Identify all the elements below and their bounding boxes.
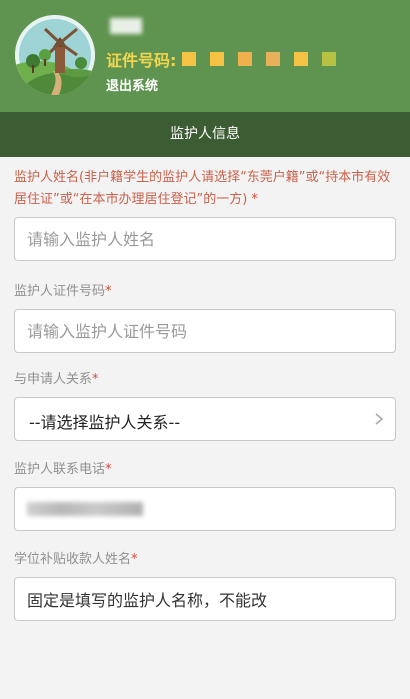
chevron-right-icon bbox=[375, 413, 384, 425]
relation-select[interactable]: --请选择监护人关系-- bbox=[14, 397, 396, 441]
relation-label-text: 与申请人关系 bbox=[14, 372, 93, 387]
guardian-id-field bbox=[14, 309, 396, 353]
guardian-name-label-text: 监护人姓名(非户籍学生的监护人请选择“东莞户籍”或“持本市有效居住证”或“在本市… bbox=[14, 170, 391, 207]
redaction-block bbox=[182, 52, 197, 66]
relation-selected-value: --请选择监护人关系-- bbox=[29, 413, 181, 432]
redaction-block bbox=[294, 52, 309, 66]
required-marker: * bbox=[105, 284, 112, 299]
required-marker: * bbox=[92, 372, 99, 387]
guardian-id-label: 监护人证件号码* bbox=[0, 261, 410, 309]
phone-value-redacted bbox=[27, 502, 143, 516]
payee-name-field bbox=[14, 577, 396, 621]
user-header: 证件号码: 退出系统 bbox=[0, 0, 410, 112]
payee-name-input[interactable] bbox=[15, 578, 395, 620]
redaction-blur bbox=[110, 18, 142, 34]
logout-link[interactable]: 退出系统 bbox=[106, 75, 158, 94]
redaction-block bbox=[238, 52, 253, 66]
phone-field[interactable] bbox=[14, 487, 396, 531]
guardian-id-label-text: 监护人证件号码 bbox=[14, 284, 106, 299]
required-marker: * bbox=[105, 462, 112, 477]
phone-label-text: 监护人联系电话 bbox=[14, 462, 106, 477]
required-marker: * bbox=[131, 552, 138, 567]
id-number-label: 证件号码: bbox=[106, 51, 177, 70]
guardian-name-field bbox=[14, 217, 396, 261]
redaction-block bbox=[322, 52, 337, 66]
redaction-block bbox=[266, 52, 281, 66]
id-number-redacted bbox=[182, 52, 350, 66]
tab-guardian-info[interactable]: 监护人信息 bbox=[0, 112, 410, 157]
relation-label: 与申请人关系* bbox=[0, 353, 410, 397]
phone-label: 监护人联系电话* bbox=[0, 441, 410, 487]
required-marker: * bbox=[251, 192, 258, 207]
payee-name-label-text: 学位补贴收款人姓名 bbox=[14, 552, 132, 567]
windmill-landscape-icon bbox=[15, 15, 95, 95]
redaction-block bbox=[210, 52, 225, 66]
user-name-redacted bbox=[106, 18, 156, 40]
id-number-line: 证件号码: bbox=[106, 47, 350, 71]
avatar bbox=[15, 15, 95, 95]
guardian-name-input[interactable] bbox=[15, 218, 395, 260]
guardian-id-input[interactable] bbox=[15, 310, 395, 352]
payee-name-label: 学位补贴收款人姓名* bbox=[0, 531, 410, 577]
guardian-name-label: 监护人姓名(非户籍学生的监护人请选择“东莞户籍”或“持本市有效居住证”或“在本市… bbox=[0, 157, 410, 217]
